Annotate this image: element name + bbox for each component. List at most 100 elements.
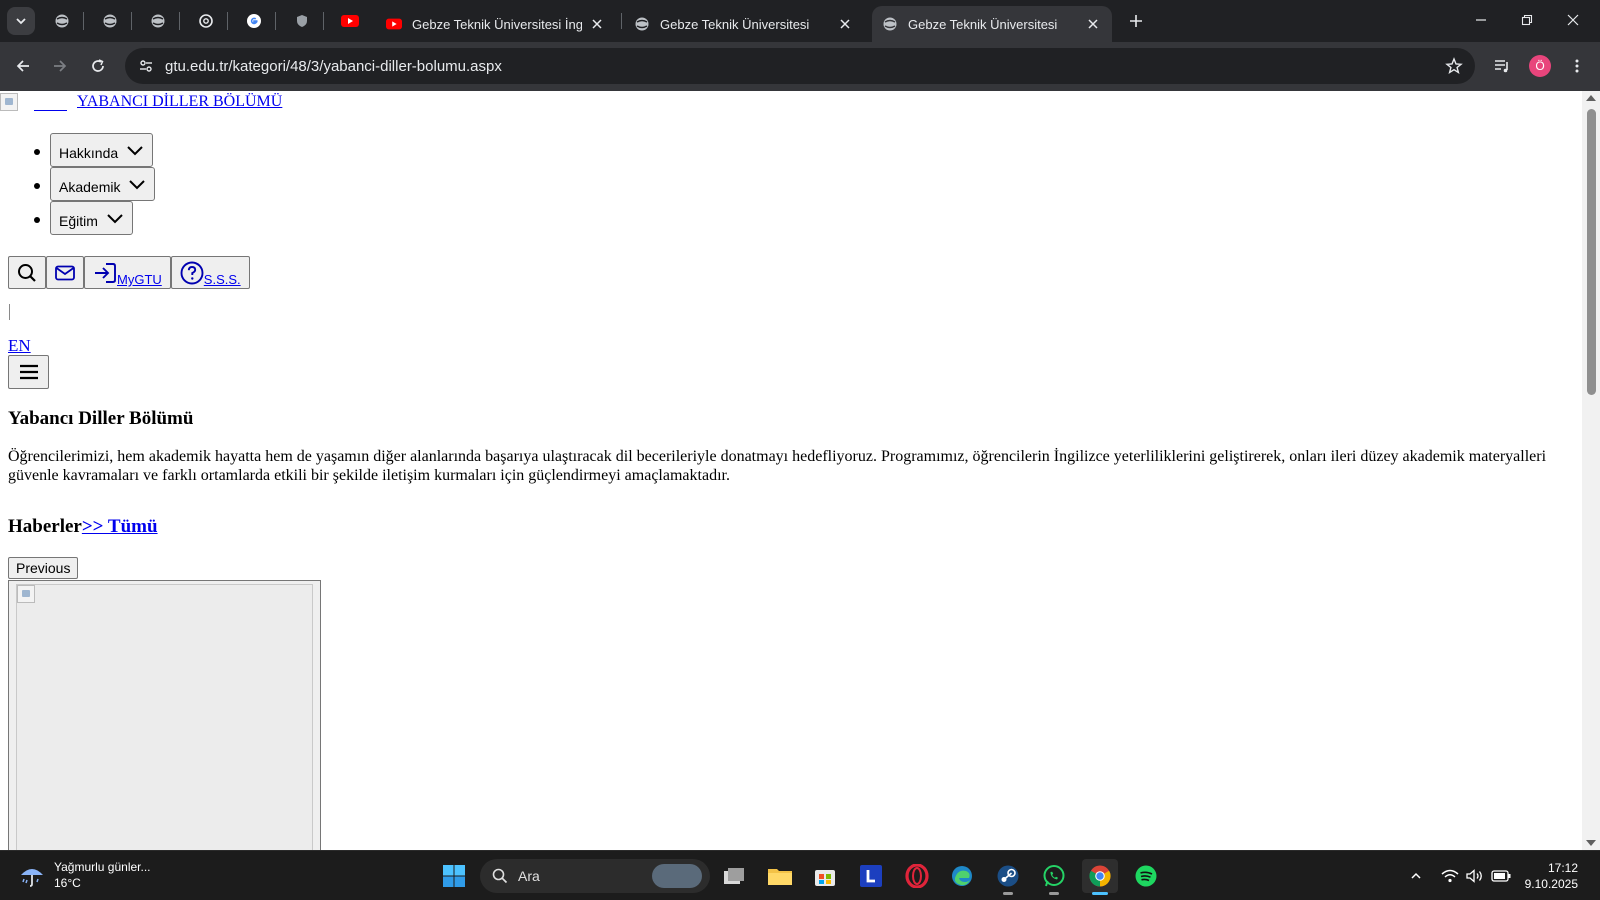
forward-button[interactable] (45, 51, 75, 81)
scrollbar-thumb[interactable] (1587, 109, 1596, 395)
arrow-left-icon (16, 60, 29, 72)
intro-paragraph: Öğrencilerimizi, hem akademik hayatta he… (8, 448, 1547, 484)
l-app-icon (860, 865, 882, 887)
mygtu-login-button[interactable]: MyGTU (84, 256, 171, 289)
chrome-app[interactable] (1082, 859, 1118, 895)
pinned-tab-4[interactable] (194, 9, 218, 33)
tab-search-button[interactable] (7, 7, 35, 35)
battery-status[interactable] (1491, 866, 1511, 886)
arrow-right-icon (54, 60, 67, 72)
mobile-menu-button[interactable] (8, 355, 49, 389)
pinned-tab-2[interactable] (98, 9, 122, 33)
address-bar[interactable]: gtu.edu.tr/kategori/48/3/yabanci-diller-… (125, 48, 1475, 84)
speaker-icon (1466, 869, 1482, 883)
wifi-icon (1441, 869, 1459, 883)
news-all-link[interactable]: >> Tümü (82, 516, 158, 537)
web-page-content: YABANCI DİLLER BÖLÜMÜ Hakkında Akademik … (0, 91, 1582, 850)
app-running-indicator (1049, 892, 1059, 895)
new-tab-button[interactable] (1125, 10, 1147, 32)
mygtu-link-label[interactable]: MyGTU (117, 272, 162, 287)
scroll-down-arrow[interactable] (1586, 840, 1596, 846)
file-explorer-app[interactable] (762, 859, 798, 893)
microsoft-store-app[interactable] (807, 859, 843, 893)
weather-text: Yağmurlu günler... 16°C (54, 859, 151, 891)
close-icon[interactable] (588, 15, 606, 33)
edge-app[interactable] (944, 859, 980, 893)
app-running-indicator (1003, 892, 1013, 895)
question-circle-icon (180, 261, 204, 284)
whatsapp-app[interactable] (1036, 859, 1072, 895)
steam-icon (997, 865, 1019, 887)
clock-time: 17:12 (1547, 861, 1578, 875)
pinned-tab-3[interactable] (146, 9, 170, 33)
logo-image (0, 93, 18, 111)
list-bullet (34, 149, 40, 155)
close-icon[interactable] (836, 15, 854, 33)
news-image (17, 585, 35, 603)
login-icon (95, 262, 116, 283)
logo-link-spacer[interactable] (34, 94, 67, 111)
scroll-up-arrow[interactable] (1586, 95, 1596, 101)
mail-button[interactable] (46, 256, 84, 289)
start-button[interactable] (436, 859, 472, 893)
tab-gtu-active[interactable]: Gebze Teknik Üniversitesi (872, 6, 1112, 42)
faq-button[interactable]: S.S.S. (170, 256, 250, 289)
taskbar-search[interactable]: Ara (480, 859, 710, 893)
pinned-tab-5[interactable] (242, 9, 266, 33)
browser-menu-button[interactable] (1562, 51, 1592, 81)
volume-status[interactable] (1465, 866, 1485, 886)
tab-gtu-2[interactable]: Gebze Teknik Üniversitesi (624, 6, 864, 42)
back-button[interactable] (8, 51, 38, 81)
restore-button[interactable] (1504, 6, 1550, 34)
address-url[interactable]: gtu.edu.tr/kategori/48/3/yabanci-diller-… (165, 58, 502, 75)
nav-button-egitim[interactable]: Eğitim (50, 201, 133, 235)
close-window-button[interactable] (1550, 6, 1596, 34)
system-clock[interactable]: 17:12 9.10.2025 (1525, 860, 1578, 892)
youtube-icon (386, 16, 402, 32)
page-scrollbar[interactable] (1582, 91, 1600, 850)
tab-gtu-english[interactable]: Gebze Teknik Üniversitesi İngiliz (376, 6, 616, 42)
quick-links-bar: MyGTU S.S.S. (8, 256, 250, 289)
media-control-button[interactable] (1487, 51, 1517, 81)
opera-app[interactable] (899, 859, 935, 893)
search-button[interactable] (8, 256, 46, 289)
nav-button-akademik[interactable]: Akademik (50, 167, 156, 201)
carousel-previous-button[interactable]: Previous (8, 557, 79, 579)
pinned-tab-7[interactable] (338, 9, 362, 33)
nav-button-label: Eğitim (59, 213, 98, 229)
globe-icon (634, 16, 650, 32)
show-hidden-icons-button[interactable] (1406, 866, 1426, 886)
search-highlight-icon (652, 864, 702, 888)
weather-widget[interactable]: Yağmurlu günler... 16°C (18, 859, 151, 891)
search-placeholder: Ara (518, 868, 540, 884)
l-app[interactable] (853, 859, 889, 893)
faq-link-label[interactable]: S.S.S. (204, 272, 241, 287)
close-icon (1567, 14, 1579, 26)
language-switch-link[interactable]: EN (8, 336, 31, 356)
close-icon[interactable] (1084, 15, 1102, 33)
windows-taskbar: Yağmurlu günler... 16°C Ara 17:12 9.10.2… (0, 850, 1600, 900)
nav-button-hakkinda[interactable]: Hakkında (50, 133, 154, 167)
task-view-button[interactable] (716, 859, 752, 893)
shield-icon (297, 15, 307, 27)
tab-title: Gebze Teknik Üniversitesi (908, 16, 1058, 32)
app-active-indicator (1092, 892, 1108, 895)
wifi-status[interactable] (1440, 866, 1460, 886)
bookmark-star-icon[interactable] (1443, 55, 1465, 77)
edge-icon (952, 866, 972, 886)
news-carousel-card[interactable] (8, 580, 321, 850)
chevron-down-icon (106, 212, 124, 224)
site-logo-link[interactable]: YABANCI DİLLER BÖLÜMÜ (0, 93, 282, 111)
department-title-link[interactable]: YABANCI DİLLER BÖLÜMÜ (77, 93, 282, 111)
pinned-tab-1[interactable] (50, 9, 74, 33)
reload-button[interactable] (83, 51, 113, 81)
site-info-icon[interactable] (129, 48, 163, 84)
tab-separator (227, 12, 228, 30)
spotify-app[interactable] (1128, 859, 1164, 893)
minimize-button[interactable] (1458, 6, 1504, 34)
steam-app[interactable] (990, 859, 1026, 895)
pinned-tab-6[interactable] (290, 9, 314, 33)
profile-button[interactable]: Ö (1525, 51, 1555, 81)
spotify-icon (1135, 865, 1157, 887)
tab-separator (323, 12, 324, 30)
